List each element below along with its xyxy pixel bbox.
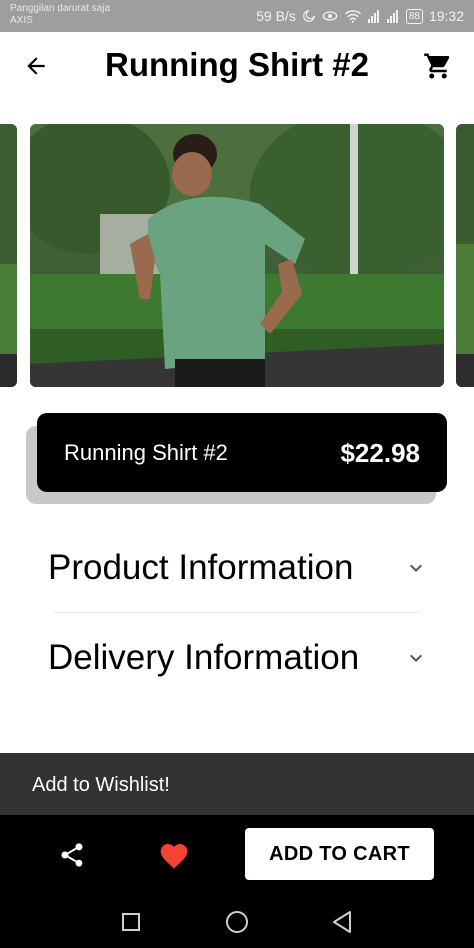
triangle-back-icon	[333, 911, 351, 933]
wishlist-button[interactable]	[155, 837, 193, 875]
moon-icon	[302, 9, 316, 23]
carrier-line-1: Panggilan darurat saja	[10, 3, 111, 14]
battery-icon: 88	[405, 8, 423, 24]
chevron-down-icon	[410, 564, 422, 572]
carousel-image-next[interactable]	[456, 124, 474, 387]
shopping-cart-icon	[424, 53, 450, 79]
snackbar-message: Add to Wishlist!	[32, 774, 170, 796]
carousel-image-previous[interactable]	[0, 124, 17, 387]
status-bar: Panggilan darurat saja AXIS 59 B/s 88 19…	[0, 0, 474, 32]
signal-icon	[367, 9, 380, 23]
circle-icon	[226, 911, 248, 933]
signal-icon-2	[386, 9, 400, 23]
home-button[interactable]	[224, 909, 250, 935]
product-information-accordion[interactable]: Product Information	[48, 533, 428, 603]
share-icon	[61, 843, 83, 867]
accordion-label-product-information: Product Information	[48, 548, 354, 587]
net-speed: 59 B/s	[256, 8, 296, 24]
delivery-information-accordion[interactable]: Delivery Information	[48, 623, 428, 693]
snackbar: Add to Wishlist!	[0, 753, 474, 815]
carrier-line-2: AXIS	[10, 15, 33, 26]
accordion-label-delivery-information: Delivery Information	[48, 638, 360, 677]
system-navigation-bar	[0, 897, 474, 948]
app-bar: Running Shirt #2	[0, 32, 474, 98]
carrier-info: Panggilan darurat saja AXIS	[10, 3, 110, 27]
product-price: $22.98	[340, 438, 420, 468]
square-icon	[122, 913, 140, 931]
wifi-icon	[344, 9, 362, 23]
status-icons: 59 B/s 88 19:32	[256, 8, 464, 24]
carousel-image-current[interactable]	[30, 124, 444, 387]
battery-level: 88	[408, 10, 420, 22]
clock: 19:32	[428, 8, 464, 24]
cart-button[interactable]	[420, 48, 456, 84]
share-button[interactable]	[54, 837, 90, 873]
arrow-back-icon	[27, 57, 45, 75]
back-nav-button[interactable]	[329, 909, 355, 935]
back-button[interactable]	[18, 48, 54, 84]
product-price-card: Running Shirt #2 $22.98	[37, 413, 447, 492]
eye-icon	[322, 10, 338, 22]
bottom-action-bar: ADD TO CART	[0, 815, 474, 897]
product-name: Running Shirt #2	[64, 440, 228, 465]
recents-button[interactable]	[118, 909, 144, 935]
heart-icon	[160, 844, 188, 869]
chevron-down-icon	[410, 654, 422, 662]
product-image-carousel[interactable]	[0, 124, 474, 387]
accordion-divider	[54, 612, 420, 613]
add-to-cart-button[interactable]: ADD TO CART	[245, 828, 434, 880]
page-title: Running Shirt #2	[105, 46, 369, 83]
